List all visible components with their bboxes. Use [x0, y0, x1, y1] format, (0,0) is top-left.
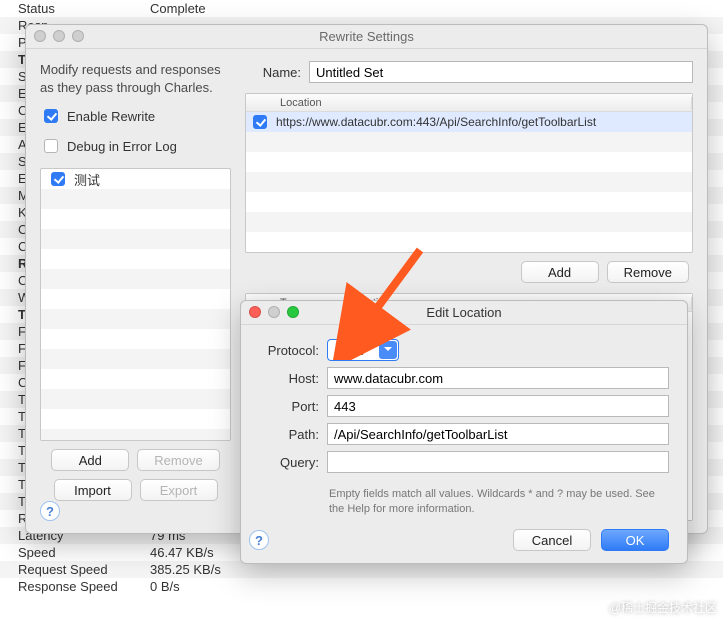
sets-listbox[interactable]: 测试: [40, 168, 231, 441]
ok-button[interactable]: OK: [601, 529, 669, 551]
help-icon[interactable]: ?: [40, 501, 60, 521]
bg-row: StatusComplete: [0, 0, 723, 17]
list-item[interactable]: [41, 289, 230, 309]
enable-rewrite-label: Enable Rewrite: [67, 109, 155, 124]
path-label: Path:: [249, 427, 319, 442]
list-item[interactable]: [41, 249, 230, 269]
rewrite-title: Rewrite Settings: [26, 29, 707, 44]
window-controls: [34, 30, 84, 42]
list-item[interactable]: [41, 349, 230, 369]
sets-remove-button[interactable]: Remove: [137, 449, 219, 471]
edit-title: Edit Location: [241, 305, 687, 320]
query-label: Query:: [249, 455, 319, 470]
locations-table: Location https://www.datacubr.com:443/Ap…: [245, 93, 693, 253]
rewrite-titlebar[interactable]: Rewrite Settings: [26, 25, 707, 49]
list-item[interactable]: [41, 269, 230, 289]
list-item[interactable]: [41, 389, 230, 409]
location-add-button[interactable]: Add: [521, 261, 599, 283]
minimize-icon[interactable]: [53, 30, 65, 42]
enable-rewrite-checkbox[interactable]: [44, 109, 58, 123]
zoom-icon[interactable]: [287, 306, 299, 318]
rewrite-description: Modify requests and responses as they pa…: [40, 61, 231, 96]
cancel-button[interactable]: Cancel: [513, 529, 591, 551]
close-icon[interactable]: [34, 30, 46, 42]
set-label: 测试: [74, 170, 100, 189]
protocol-label: Protocol:: [249, 343, 319, 358]
query-field[interactable]: [327, 451, 669, 473]
debug-log-row[interactable]: Debug in Error Log: [40, 136, 231, 156]
table-row[interactable]: [246, 172, 692, 192]
edit-location-window: Edit Location Protocol: https Host: Port…: [240, 300, 688, 564]
edit-titlebar[interactable]: Edit Location: [241, 301, 687, 325]
name-field[interactable]: [309, 61, 693, 83]
set-checkbox[interactable]: [51, 172, 65, 186]
table-row[interactable]: [246, 192, 692, 212]
table-row[interactable]: [246, 232, 692, 252]
debug-log-label: Debug in Error Log: [67, 139, 177, 154]
table-row[interactable]: https://www.datacubr.com:443/Api/SearchI…: [246, 112, 692, 132]
port-field[interactable]: [327, 395, 669, 417]
list-item[interactable]: 测试: [41, 169, 230, 189]
host-label: Host:: [249, 371, 319, 386]
location-remove-button[interactable]: Remove: [607, 261, 689, 283]
list-item[interactable]: [41, 409, 230, 429]
debug-log-checkbox[interactable]: [44, 139, 58, 153]
list-item[interactable]: [41, 189, 230, 209]
name-label: Name:: [245, 65, 301, 80]
locations-header: Location: [272, 97, 692, 109]
watermark: @稀土掘金技术社区: [609, 599, 717, 616]
enable-rewrite-row[interactable]: Enable Rewrite: [40, 106, 231, 126]
port-label: Port:: [249, 399, 319, 414]
table-row[interactable]: [246, 132, 692, 152]
sets-export-button[interactable]: Export: [140, 479, 218, 501]
list-item[interactable]: [41, 429, 230, 440]
protocol-select[interactable]: https: [327, 339, 399, 361]
list-item[interactable]: [41, 229, 230, 249]
edit-hint: Empty fields match all values. Wildcards…: [329, 487, 669, 517]
table-row[interactable]: [246, 212, 692, 232]
sets-import-button[interactable]: Import: [54, 479, 132, 501]
list-item[interactable]: [41, 369, 230, 389]
list-item[interactable]: [41, 309, 230, 329]
table-row[interactable]: [246, 152, 692, 172]
close-icon[interactable]: [249, 306, 261, 318]
location-checkbox[interactable]: [253, 115, 267, 129]
host-field[interactable]: [327, 367, 669, 389]
zoom-icon[interactable]: [72, 30, 84, 42]
list-item[interactable]: [41, 329, 230, 349]
sets-add-button[interactable]: Add: [51, 449, 129, 471]
window-controls: [249, 306, 299, 318]
bg-row: Response Speed0 B/s: [0, 578, 723, 595]
help-icon[interactable]: ?: [249, 530, 269, 550]
list-item[interactable]: [41, 209, 230, 229]
minimize-icon[interactable]: [268, 306, 280, 318]
path-field[interactable]: [327, 423, 669, 445]
